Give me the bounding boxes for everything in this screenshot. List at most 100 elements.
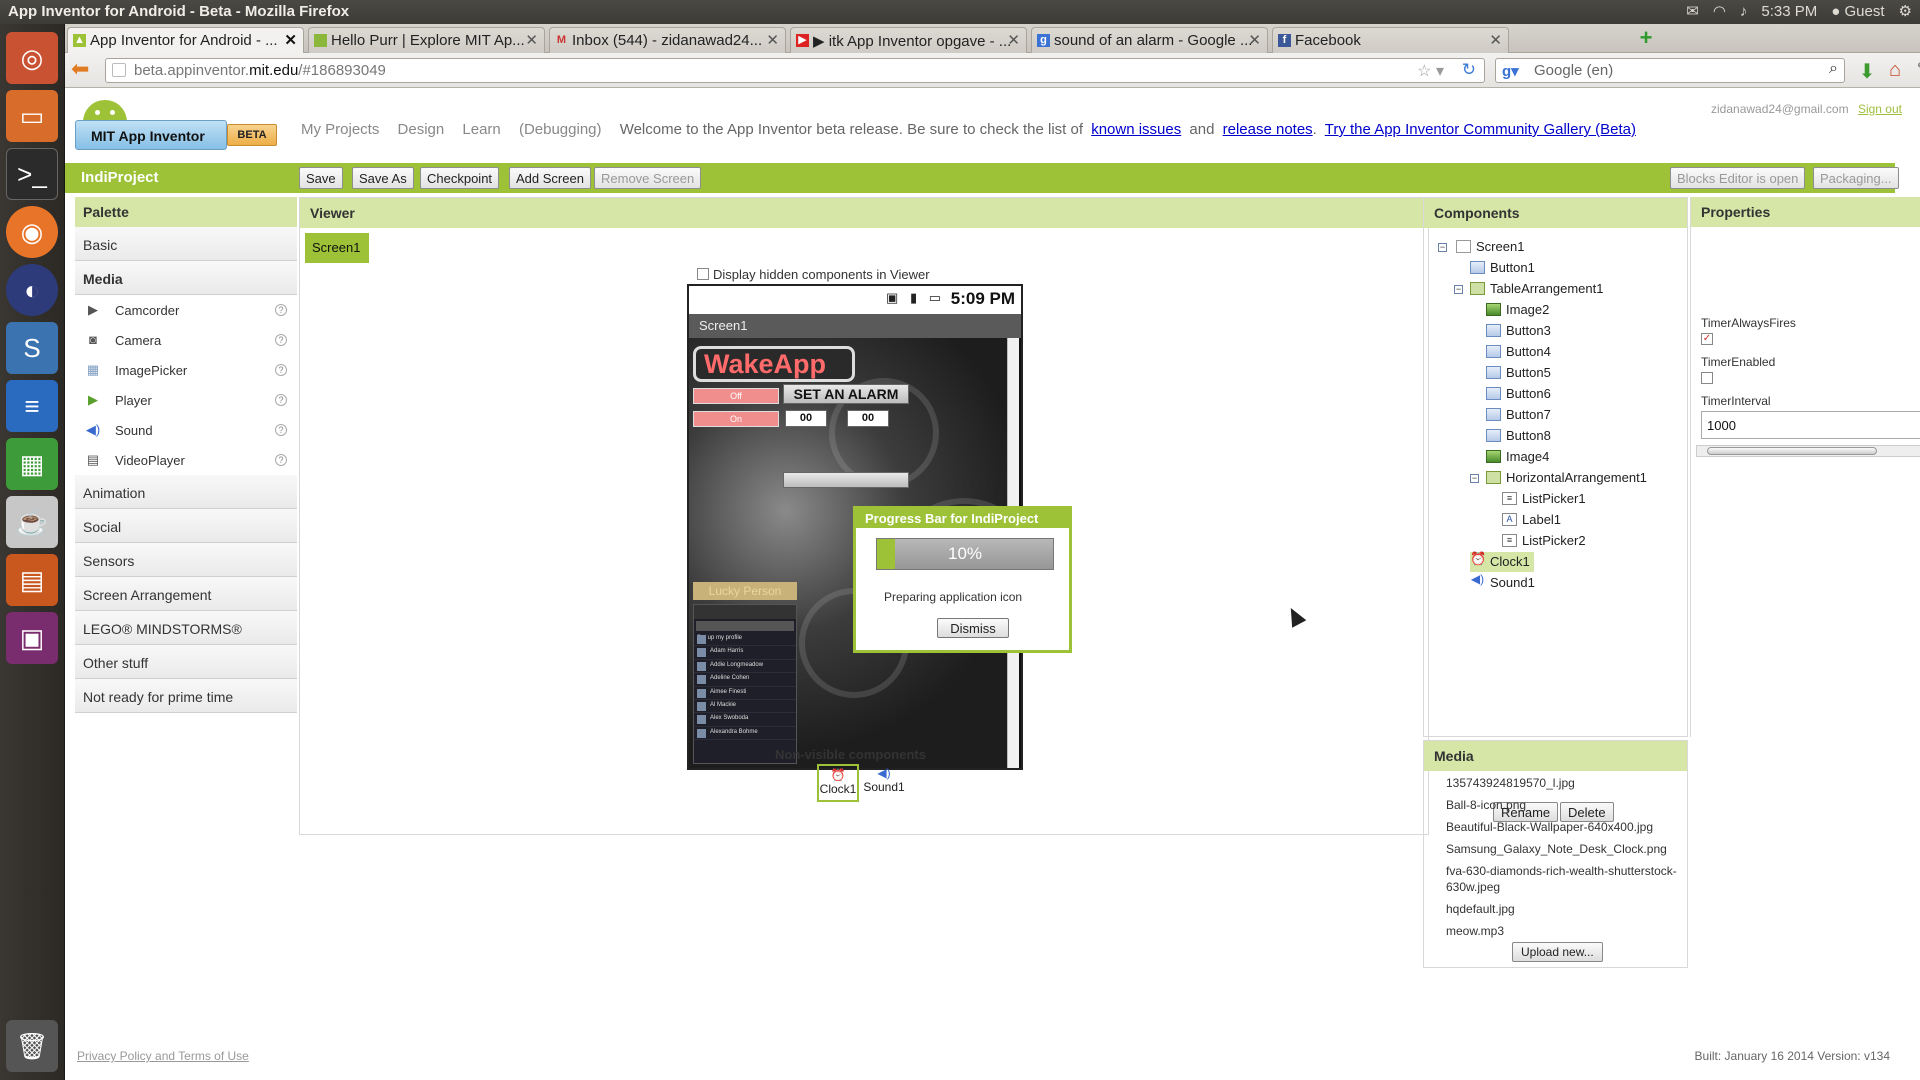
hidden-button[interactable] xyxy=(783,472,909,488)
java-app-icon[interactable]: ☕ xyxy=(6,496,58,548)
known-issues-link[interactable]: known issues xyxy=(1091,121,1181,138)
palette-category-media[interactable]: Media xyxy=(75,261,297,295)
tree-clock1[interactable]: ⏰ Clock1 xyxy=(1470,552,1534,572)
palette-item-camcorder[interactable]: ▶ Camcorder? xyxy=(75,295,297,325)
timer-enabled-checkbox[interactable] xyxy=(1701,372,1713,384)
tree-button5[interactable]: Button5 xyxy=(1486,363,1551,383)
app-inventor-logo[interactable]: MIT App Inventor BETA xyxy=(75,100,277,155)
close-tab-icon[interactable]: ✕ xyxy=(1489,31,1502,49)
properties-scrollbar[interactable] xyxy=(1696,445,1920,457)
on-button[interactable]: On xyxy=(693,411,779,427)
palette-item-player[interactable]: ▶ Player? xyxy=(75,385,297,415)
tree-image4[interactable]: Image4 xyxy=(1486,447,1549,467)
mail-icon[interactable]: ✉ xyxy=(1686,2,1699,20)
packaging-button[interactable]: Packaging... xyxy=(1813,167,1899,189)
nav-design[interactable]: Design xyxy=(398,121,445,138)
set-alarm-button[interactable]: SET AN ALARM xyxy=(783,384,909,404)
nonvisible-clock1[interactable]: ⏰ Clock1 xyxy=(817,764,859,802)
media-file[interactable]: Ball-8-icon.png xyxy=(1446,797,1687,813)
eclipse-icon[interactable]: ◐ xyxy=(6,264,58,316)
user-menu[interactable]: ● Guest xyxy=(1831,3,1884,20)
palette-category-animation[interactable]: Animation xyxy=(75,475,297,509)
home-icon[interactable]: ⌂ xyxy=(1883,59,1907,81)
lucky-person-button[interactable]: Lucky Person xyxy=(693,582,797,600)
nav-debugging[interactable]: (Debugging) xyxy=(519,121,602,138)
upload-new-button[interactable]: Upload new... xyxy=(1512,942,1603,962)
checkpoint-button[interactable]: Checkpoint xyxy=(420,167,500,189)
writer-icon[interactable]: ≡ xyxy=(6,380,58,432)
minute-picker[interactable]: 00 xyxy=(847,410,889,427)
privacy-link[interactable]: Privacy Policy and Terms of Use xyxy=(77,1049,249,1063)
tab-inbox[interactable]: M Inbox (544) - zidanawad24... ✕ xyxy=(549,27,786,53)
contacts-image[interactable]: Set up my profile Adam Harris Addie Long… xyxy=(693,604,797,764)
save-as-button[interactable]: Save As xyxy=(352,167,414,189)
media-file[interactable]: fva-630-diamonds-rich-wealth-shutterstoc… xyxy=(1446,863,1687,895)
media-file[interactable]: Beautiful-Black-Wallpaper-640x400.jpg xyxy=(1446,819,1687,835)
tree-sound1[interactable]: ◀) Sound1 xyxy=(1470,573,1535,593)
help-icon[interactable]: ? xyxy=(275,394,287,406)
tree-screen1[interactable]: Screen1 xyxy=(1456,237,1524,257)
impress-icon[interactable]: ▤ xyxy=(6,554,58,606)
tree-listpicker1[interactable]: ≡ ListPicker1 xyxy=(1502,489,1586,509)
save-button[interactable]: Save xyxy=(299,167,343,189)
calc-icon[interactable]: ▦ xyxy=(6,438,58,490)
scrollbar-thumb[interactable] xyxy=(1707,447,1877,455)
wifi-icon[interactable]: ◠ xyxy=(1713,2,1726,20)
screen1-tab[interactable]: Screen1 xyxy=(305,233,369,263)
dismiss-button[interactable]: Dismiss xyxy=(937,618,1009,638)
tree-button7[interactable]: Button7 xyxy=(1486,405,1551,425)
tab-youtube[interactable]: ▶ ▶ itk App Inventor opgave - ... ✕ xyxy=(790,27,1027,53)
wakeapp-title-label[interactable]: WakeApp xyxy=(693,346,855,382)
release-notes-link[interactable]: release notes xyxy=(1223,121,1313,138)
tab-google-search[interactable]: g sound of an alarm - Google ... ✕ xyxy=(1031,27,1268,53)
palette-item-sound[interactable]: ◀) Sound? xyxy=(75,415,297,445)
hour-picker[interactable]: 00 xyxy=(785,410,827,427)
media-file[interactable]: Samsung_Galaxy_Note_Desk_Clock.png xyxy=(1446,841,1687,857)
checkbox-box[interactable] xyxy=(697,268,709,280)
ubuntu-dash-icon[interactable]: ◎ xyxy=(6,32,58,84)
tab-app-inventor[interactable]: ▲ App Inventor for Android - ... ✕ xyxy=(67,27,304,54)
blocks-editor-button[interactable]: Blocks Editor is open xyxy=(1670,167,1806,189)
tree-image2[interactable]: Image2 xyxy=(1486,300,1549,320)
volume-icon[interactable]: ♪ xyxy=(1740,3,1748,20)
tree-button4[interactable]: Button4 xyxy=(1486,342,1551,362)
community-gallery-link[interactable]: Try the App Inventor Community Gallery (… xyxy=(1325,121,1636,138)
palette-category-lego[interactable]: LEGO® MINDSTORMS® xyxy=(75,611,297,645)
search-bar[interactable]: g▾ Google (en) ⌕ xyxy=(1495,58,1845,83)
close-tab-icon[interactable]: ✕ xyxy=(525,31,538,49)
trash-icon[interactable]: 🗑 xyxy=(6,1020,58,1072)
tree-label1[interactable]: A Label1 xyxy=(1502,510,1561,530)
palette-category-social[interactable]: Social xyxy=(75,509,297,543)
new-tab-plus-icon[interactable]: + xyxy=(1635,27,1657,50)
collapse-table-icon[interactable]: − xyxy=(1454,285,1463,294)
collapse-horizontal-icon[interactable]: − xyxy=(1470,474,1479,483)
nav-my-projects[interactable]: My Projects xyxy=(301,121,379,138)
palette-item-camera[interactable]: ◙ Camera? xyxy=(75,325,297,355)
help-icon[interactable]: ? xyxy=(275,454,287,466)
palette-item-videoplayer[interactable]: ▤ VideoPlayer? xyxy=(75,445,297,475)
add-screen-button[interactable]: Add Screen xyxy=(509,167,591,189)
tree-tablearrangement1[interactable]: TableArrangement1 xyxy=(1470,279,1603,299)
clock[interactable]: 5:33 PM xyxy=(1761,3,1817,20)
help-icon[interactable]: ? xyxy=(275,304,287,316)
sign-out-link[interactable]: Sign out xyxy=(1858,102,1902,116)
address-bar[interactable]: beta.appinventor.mit.edu/#186893049 ☆ ▾ … xyxy=(105,58,1485,83)
workspace-switcher-icon[interactable]: ▣ xyxy=(6,612,58,664)
close-tab-icon[interactable]: ✕ xyxy=(284,31,297,49)
palette-category-basic[interactable]: Basic xyxy=(75,227,297,261)
palette-category-other[interactable]: Other stuff xyxy=(75,645,297,679)
close-tab-icon[interactable]: ✕ xyxy=(1007,31,1020,49)
palette-category-sensors[interactable]: Sensors xyxy=(75,543,297,577)
reload-icon[interactable]: ↻ xyxy=(1462,60,1476,80)
close-tab-icon[interactable]: ✕ xyxy=(1248,31,1261,49)
help-icon[interactable]: ? xyxy=(275,424,287,436)
tab-facebook[interactable]: f Facebook ✕ xyxy=(1272,27,1509,53)
firefox-icon[interactable]: ◉ xyxy=(6,206,58,258)
nav-learn[interactable]: Learn xyxy=(462,121,500,138)
terminal-icon[interactable]: >_ xyxy=(6,148,58,200)
help-icon[interactable]: ? xyxy=(275,334,287,346)
help-icon[interactable]: ? xyxy=(275,364,287,376)
timer-always-fires-checkbox[interactable]: ✓ xyxy=(1701,333,1713,345)
nonvisible-sound1[interactable]: ◀) Sound1 xyxy=(863,764,905,802)
display-hidden-checkbox[interactable]: Display hidden components in Viewer xyxy=(697,267,930,282)
